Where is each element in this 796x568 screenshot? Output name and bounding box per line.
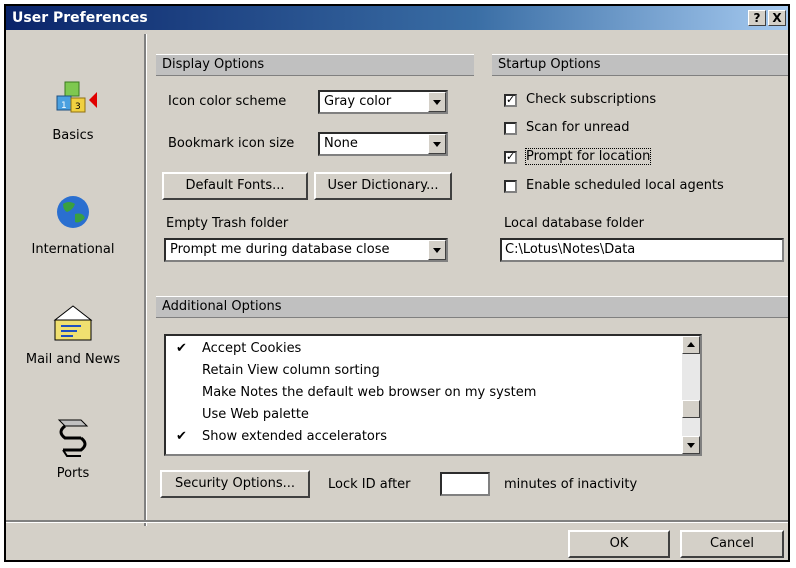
arrow-down-icon — [687, 443, 695, 448]
chevron-down-icon[interactable] — [428, 240, 446, 260]
scroll-down-button[interactable] — [682, 436, 700, 454]
footer-divider — [6, 520, 788, 523]
ports-icon — [57, 419, 89, 457]
list-item-label: Show extended accelerators — [202, 429, 387, 444]
close-button[interactable]: X — [768, 10, 786, 26]
sidebar-divider — [144, 34, 147, 526]
list-item-label: Accept Cookies — [202, 341, 302, 356]
additional-options-header: Additional Options — [156, 296, 788, 318]
list-item[interactable]: Retain View column sorting — [166, 360, 682, 382]
local-database-folder-label: Local database folder — [504, 216, 644, 231]
empty-trash-label: Empty Trash folder — [166, 216, 289, 231]
lock-id-minutes-input[interactable] — [440, 472, 490, 496]
list-item-label: Retain View column sorting — [202, 363, 380, 378]
globe-icon — [57, 196, 89, 228]
help-button[interactable]: ? — [748, 10, 766, 26]
prompt-for-location-checkbox[interactable]: Prompt for location — [504, 148, 764, 167]
display-options-header: Display Options — [156, 54, 474, 76]
lock-id-label: Lock ID after — [328, 477, 411, 492]
local-database-folder-input[interactable]: C:\Lotus\Notes\Data — [500, 238, 784, 262]
startup-options-header: Startup Options — [492, 54, 788, 76]
user-dictionary-button[interactable]: User Dictionary... — [314, 172, 452, 200]
sidebar-item-mail-and-news[interactable]: Mail and News — [8, 302, 138, 367]
check-mark-icon: ✔ — [176, 341, 187, 356]
bookmark-icon-size-value: None — [324, 136, 358, 151]
sidebar-item-international[interactable]: International — [8, 192, 138, 257]
security-options-button[interactable]: Security Options... — [160, 470, 310, 498]
arrow-up-icon — [687, 342, 695, 347]
list-item[interactable]: Use Web palette — [166, 404, 682, 426]
enable-scheduled-agents-checkbox[interactable]: Enable scheduled local agents — [504, 178, 774, 196]
sidebar-item-basics[interactable]: 1 3 Basics — [8, 80, 138, 143]
sidebar-item-label: Mail and News — [25, 352, 121, 367]
checkbox-box[interactable] — [504, 150, 517, 164]
checkbox-label: Enable scheduled local agents — [526, 178, 724, 193]
minutes-of-inactivity-label: minutes of inactivity — [504, 477, 638, 492]
svg-text:1: 1 — [61, 101, 67, 111]
icon-color-scheme-value: Gray color — [324, 94, 392, 109]
check-mark-icon: ✔ — [176, 429, 187, 444]
checkbox-label: Prompt for location — [524, 148, 652, 165]
checkbox-label: Check subscriptions — [526, 92, 657, 107]
mail-icon — [53, 305, 93, 341]
check-subscriptions-checkbox[interactable]: Check subscriptions — [504, 92, 764, 110]
list-item[interactable]: ✔ Show extended accelerators — [166, 426, 682, 448]
scroll-up-button[interactable] — [682, 336, 700, 354]
list-item[interactable]: Make Notes the default web browser on my… — [166, 382, 682, 404]
blocks-icon: 1 3 — [56, 81, 97, 113]
checkbox-box[interactable] — [504, 122, 517, 135]
sidebar-item-ports[interactable]: Ports — [8, 412, 138, 481]
title-bar: User Preferences ? X — [6, 6, 788, 30]
bookmark-icon-size-select[interactable]: None — [318, 132, 448, 156]
svg-text:3: 3 — [75, 102, 81, 112]
checkbox-label: Scan for unread — [526, 120, 630, 135]
list-item-label: Use Web palette — [202, 407, 309, 422]
sidebar-item-label: Ports — [56, 466, 90, 481]
category-sidebar: 1 3 Basics International Mail and News P… — [8, 34, 138, 522]
chevron-down-icon[interactable] — [428, 134, 446, 154]
scroll-thumb[interactable] — [682, 400, 700, 418]
sidebar-item-label: Basics — [52, 128, 94, 143]
list-item-label: Make Notes the default web browser on my… — [202, 385, 537, 400]
list-scrollbar[interactable] — [682, 336, 700, 454]
checkbox-box[interactable] — [504, 180, 517, 193]
empty-trash-value: Prompt me during database close — [170, 242, 390, 257]
sidebar-item-label: International — [31, 242, 115, 257]
default-fonts-button[interactable]: Default Fonts... — [162, 172, 308, 200]
user-preferences-dialog: User Preferences ? X 1 3 Basics Internat… — [4, 4, 790, 562]
cancel-button[interactable]: Cancel — [680, 530, 784, 558]
bookmark-icon-size-label: Bookmark icon size — [168, 136, 295, 151]
additional-options-list[interactable]: ✔ Accept Cookies Retain View column sort… — [164, 334, 702, 456]
scan-for-unread-checkbox[interactable]: Scan for unread — [504, 120, 764, 138]
ok-button[interactable]: OK — [568, 530, 670, 558]
icon-color-scheme-label: Icon color scheme — [168, 94, 287, 109]
list-item[interactable]: ✔ Accept Cookies — [166, 338, 682, 360]
window-title: User Preferences — [12, 10, 148, 26]
icon-color-scheme-select[interactable]: Gray color — [318, 90, 448, 114]
chevron-down-icon[interactable] — [428, 92, 446, 112]
empty-trash-select[interactable]: Prompt me during database close — [164, 238, 448, 262]
checkbox-box[interactable] — [504, 93, 517, 107]
